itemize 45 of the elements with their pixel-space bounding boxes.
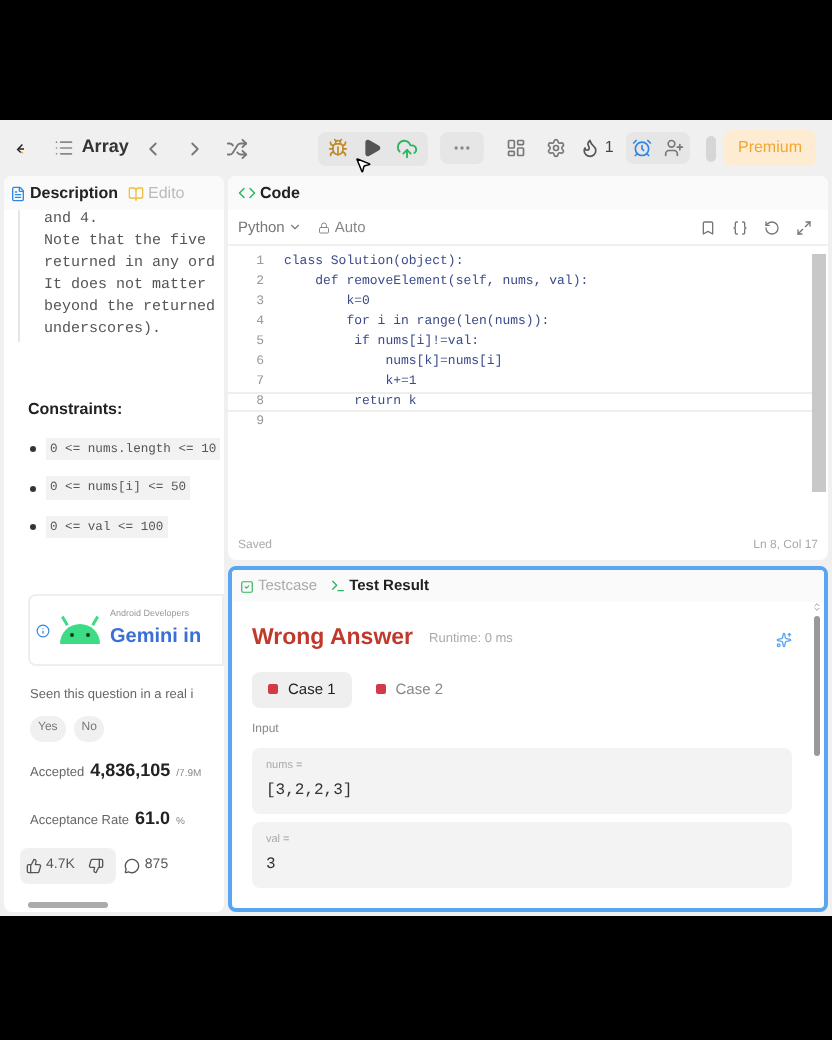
bug-icon bbox=[328, 138, 349, 158]
stat-value: 4,836,105 bbox=[90, 758, 171, 785]
bullet-icon bbox=[30, 485, 36, 492]
book-icon bbox=[128, 185, 145, 201]
sparkle-icon bbox=[776, 631, 792, 648]
rotate-left-icon bbox=[764, 219, 780, 235]
thumbs-up-icon bbox=[26, 858, 42, 875]
code-panel-title: Code bbox=[238, 181, 300, 205]
chevron-down-icon bbox=[288, 220, 303, 234]
streak-button[interactable]: 1 bbox=[580, 136, 614, 160]
checkbox-icon bbox=[240, 579, 254, 593]
lock-icon bbox=[318, 221, 331, 233]
vertical-scrollbar[interactable] bbox=[812, 254, 826, 492]
expand-icon bbox=[796, 219, 812, 235]
mouse-cursor-icon bbox=[354, 155, 373, 173]
bullet-icon bbox=[30, 446, 36, 453]
shuffle-icon bbox=[226, 137, 249, 159]
verdict-text: Wrong Answer bbox=[252, 624, 414, 654]
settings-icon bbox=[546, 138, 567, 158]
input-value: 3 bbox=[266, 854, 278, 878]
problem-list-button[interactable]: Array bbox=[53, 134, 129, 162]
comment-icon bbox=[124, 858, 141, 875]
panel-tab[interactable]: Description bbox=[10, 181, 119, 205]
input-value: [3,2,2,3] bbox=[266, 779, 355, 804]
document-icon bbox=[10, 185, 26, 201]
user-plus-icon bbox=[663, 138, 684, 158]
terminal-icon bbox=[329, 578, 346, 594]
code-icon bbox=[238, 184, 256, 202]
scroll-arrows-icon bbox=[812, 602, 822, 612]
info-icon bbox=[36, 623, 50, 638]
error-icon bbox=[268, 684, 278, 695]
constraints-heading: Constraints: bbox=[28, 398, 125, 422]
android-robot-icon bbox=[56, 614, 104, 647]
stat-value: 61.0 bbox=[135, 805, 171, 832]
bullet-icon bbox=[30, 524, 36, 531]
layout-icon bbox=[506, 138, 527, 158]
cloud-upload-icon bbox=[396, 137, 419, 159]
bookmark-icon bbox=[700, 219, 716, 235]
thumbs-down-icon bbox=[88, 858, 105, 875]
braces-icon bbox=[732, 219, 748, 235]
ad-title: Gemini in bbox=[110, 624, 202, 653]
play-icon bbox=[362, 138, 383, 158]
alarm-clock-icon bbox=[631, 138, 652, 158]
error-icon bbox=[375, 684, 386, 695]
flame-icon bbox=[580, 138, 601, 158]
